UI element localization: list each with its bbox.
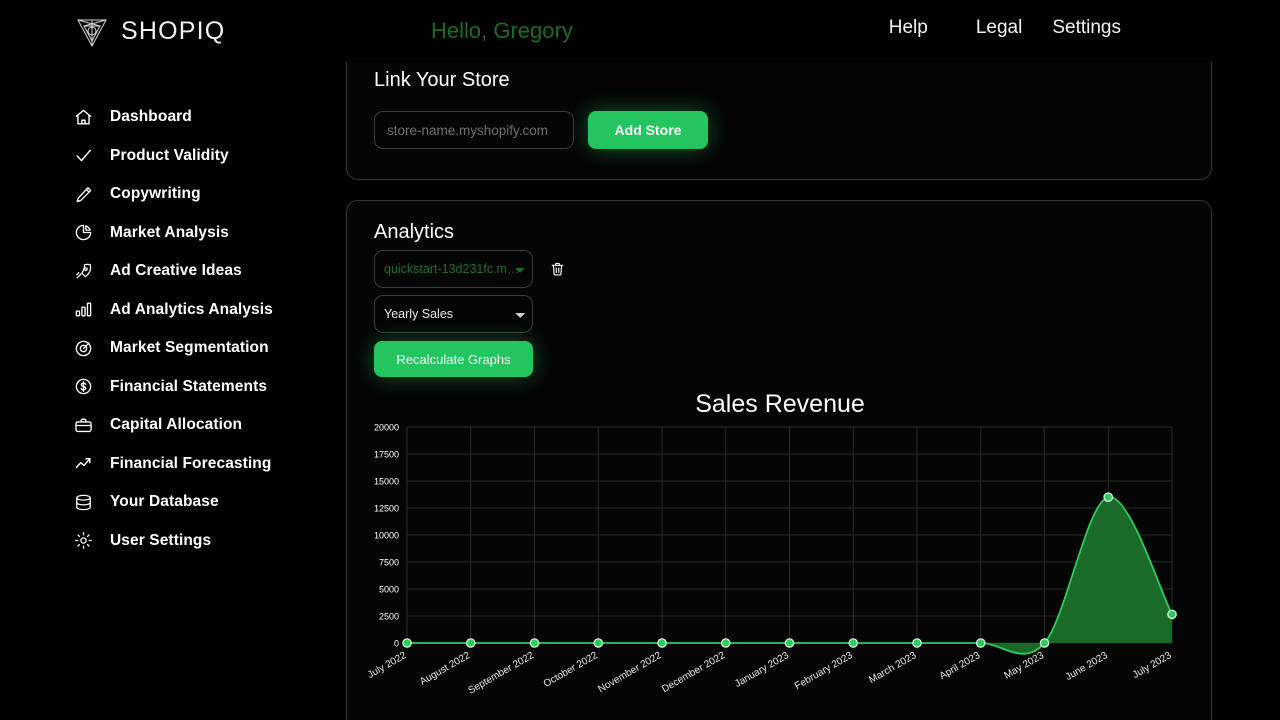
sidebar-item-label: Ad Analytics Analysis bbox=[110, 300, 273, 318]
y-axis-tick: 5000 bbox=[379, 584, 399, 594]
nav-help[interactable]: Help bbox=[889, 17, 928, 39]
y-axis-tick: 2500 bbox=[379, 611, 399, 621]
link-store-form: Add Store bbox=[374, 111, 708, 149]
sidebar-item-dashboard[interactable]: Dashboard bbox=[0, 98, 345, 137]
sidebar-item-label: Financial Statements bbox=[110, 377, 268, 395]
dollar-circle-icon bbox=[74, 377, 93, 396]
add-store-button[interactable]: Add Store bbox=[588, 111, 708, 149]
header-nav: Help Legal Settings bbox=[889, 17, 1280, 39]
bar-chart-icon bbox=[74, 300, 93, 319]
pencil-icon bbox=[74, 185, 93, 204]
store-select[interactable]: quickstart-13d231fc.myshopify bbox=[374, 250, 533, 288]
x-axis-tick: January 2023 bbox=[733, 650, 791, 690]
sidebar-item-label: Dashboard bbox=[110, 108, 192, 126]
nav-legal[interactable]: Legal bbox=[976, 17, 1023, 39]
sidebar-item-label: Capital Allocation bbox=[110, 416, 243, 434]
database-icon bbox=[74, 493, 93, 512]
x-axis-tick: February 2023 bbox=[793, 650, 855, 692]
analytics-store-row: quickstart-13d231fc.myshopify bbox=[374, 250, 568, 288]
x-axis-tick: August 2022 bbox=[418, 650, 473, 688]
x-axis-tick: July 2023 bbox=[1131, 650, 1174, 681]
sidebar: Dashboard Product Validity Copywriting M… bbox=[0, 62, 345, 720]
sidebar-item-copywriting[interactable]: Copywriting bbox=[0, 175, 345, 214]
sidebar-item-label: Market Analysis bbox=[110, 223, 229, 241]
sidebar-item-label: Market Segmentation bbox=[110, 339, 269, 357]
y-axis-tick: 17500 bbox=[374, 449, 399, 459]
trash-icon bbox=[550, 260, 565, 278]
chart-plot-area: 0 2500 5000 7500 10000 12500 15000 17500 20000 Ju… bbox=[366, 422, 1177, 697]
sidebar-item-label: Ad Creative Ideas bbox=[110, 262, 242, 280]
sidebar-item-your-database[interactable]: Your Database bbox=[0, 483, 345, 522]
nav-settings[interactable]: Settings bbox=[1052, 17, 1121, 39]
delete-store-button[interactable] bbox=[546, 257, 568, 281]
x-axis-tick: April 2023 bbox=[938, 650, 983, 682]
greeting: Hello, Gregory bbox=[431, 18, 573, 43]
y-axis-tick: 15000 bbox=[374, 476, 399, 486]
sidebar-item-market-segmentation[interactable]: Market Segmentation bbox=[0, 329, 345, 368]
x-axis-tick: June 2023 bbox=[1064, 650, 1110, 683]
sidebar-item-financial-statements[interactable]: Financial Statements bbox=[0, 368, 345, 407]
y-axis-tick: 0 bbox=[394, 638, 399, 648]
gear-icon bbox=[74, 531, 93, 550]
triangle-logo-icon bbox=[74, 13, 110, 49]
brand-name: SHOPIQ bbox=[121, 16, 226, 45]
y-axis-tick: 7500 bbox=[379, 557, 399, 567]
store-url-input[interactable] bbox=[374, 111, 574, 149]
briefcase-icon bbox=[74, 416, 93, 435]
brand[interactable]: SHOPIQ bbox=[74, 13, 225, 49]
x-axis-tick: October 2022 bbox=[542, 650, 600, 690]
chart-title: Sales Revenue bbox=[695, 390, 865, 418]
sidebar-item-capital-allocation[interactable]: Capital Allocation bbox=[0, 406, 345, 445]
pie-chart-icon bbox=[74, 223, 93, 242]
app-header: SHOPIQ Hello, Gregory Help Legal Setting… bbox=[0, 0, 1280, 62]
y-axis-tick: 12500 bbox=[374, 503, 399, 513]
sidebar-item-label: User Settings bbox=[110, 531, 212, 549]
sidebar-item-user-settings[interactable]: User Settings bbox=[0, 522, 345, 561]
link-store-title: Link Your Store bbox=[374, 69, 510, 91]
y-axis-tick: 10000 bbox=[374, 530, 399, 540]
analytics-card: Analytics quickstart-13d231fc.myshopify … bbox=[346, 200, 1212, 720]
x-axis-tick: November 2022 bbox=[596, 650, 663, 695]
rocket-icon bbox=[74, 262, 93, 281]
sidebar-item-financial-forecasting[interactable]: Financial Forecasting bbox=[0, 445, 345, 484]
sidebar-item-ad-creative-ideas[interactable]: Ad Creative Ideas bbox=[0, 252, 345, 291]
sidebar-item-label: Financial Forecasting bbox=[110, 454, 272, 472]
sales-revenue-chart: Sales Revenue 0 2500 5000 7500 10000 12500 150… bbox=[347, 379, 1213, 720]
sidebar-item-label: Your Database bbox=[110, 493, 219, 511]
sidebar-item-product-validity[interactable]: Product Validity bbox=[0, 137, 345, 176]
check-icon bbox=[74, 146, 93, 165]
sidebar-item-ad-analytics-analysis[interactable]: Ad Analytics Analysis bbox=[0, 291, 345, 330]
x-axis-tick: September 2022 bbox=[466, 650, 536, 697]
y-axis-tick: 20000 bbox=[374, 422, 399, 432]
home-icon bbox=[74, 108, 93, 127]
x-axis-tick: March 2023 bbox=[867, 650, 919, 686]
target-icon bbox=[74, 339, 93, 358]
analytics-title: Analytics bbox=[374, 221, 455, 243]
x-axis-tick: July 2022 bbox=[366, 650, 409, 681]
sidebar-item-label: Copywriting bbox=[110, 185, 201, 203]
trending-up-icon bbox=[74, 454, 93, 473]
x-axis-tick: December 2022 bbox=[660, 650, 727, 695]
main-content: Link Your Store Add Store Analytics quic… bbox=[345, 0, 1280, 720]
sidebar-item-label: Product Validity bbox=[110, 146, 229, 164]
recalculate-graphs-button[interactable]: Recalculate Graphs bbox=[374, 341, 533, 377]
sidebar-item-market-analysis[interactable]: Market Analysis bbox=[0, 214, 345, 253]
metric-select[interactable]: Yearly Sales bbox=[374, 295, 533, 333]
